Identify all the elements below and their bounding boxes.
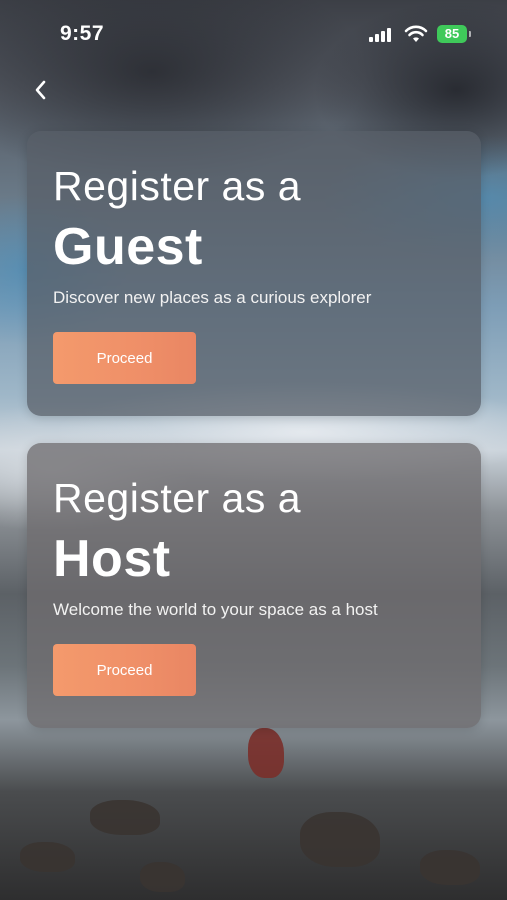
card-title-prefix: Register as a [53,475,302,521]
background-rock [20,842,75,872]
proceed-guest-button[interactable]: Proceed [53,332,196,384]
cellular-signal-icon [369,28,393,42]
background-rock [300,812,380,867]
register-guest-card: Register as a Guest Discover new places … [27,131,481,416]
background-rock [140,862,185,892]
battery-charging-icon: 85 [437,25,471,43]
wifi-icon [404,25,428,43]
card-title-role: Host [53,530,171,588]
chevron-left-icon [35,80,46,100]
background-rock [420,850,480,885]
card-title-prefix: Register as a [53,163,302,209]
back-button[interactable] [28,74,58,106]
status-time: 9:57 [60,22,105,45]
card-description: Discover new places as a curious explore… [53,288,372,307]
status-bar: 9:57 85 [0,0,507,66]
proceed-host-button[interactable]: Proceed [53,644,196,696]
background-rock [90,800,160,835]
card-title-role: Guest [53,218,203,276]
background-rock [248,728,284,778]
battery-level: 85 [444,26,460,41]
register-host-card: Register as a Host Welcome the world to … [27,443,481,728]
card-description: Welcome the world to your space as a hos… [53,600,378,619]
